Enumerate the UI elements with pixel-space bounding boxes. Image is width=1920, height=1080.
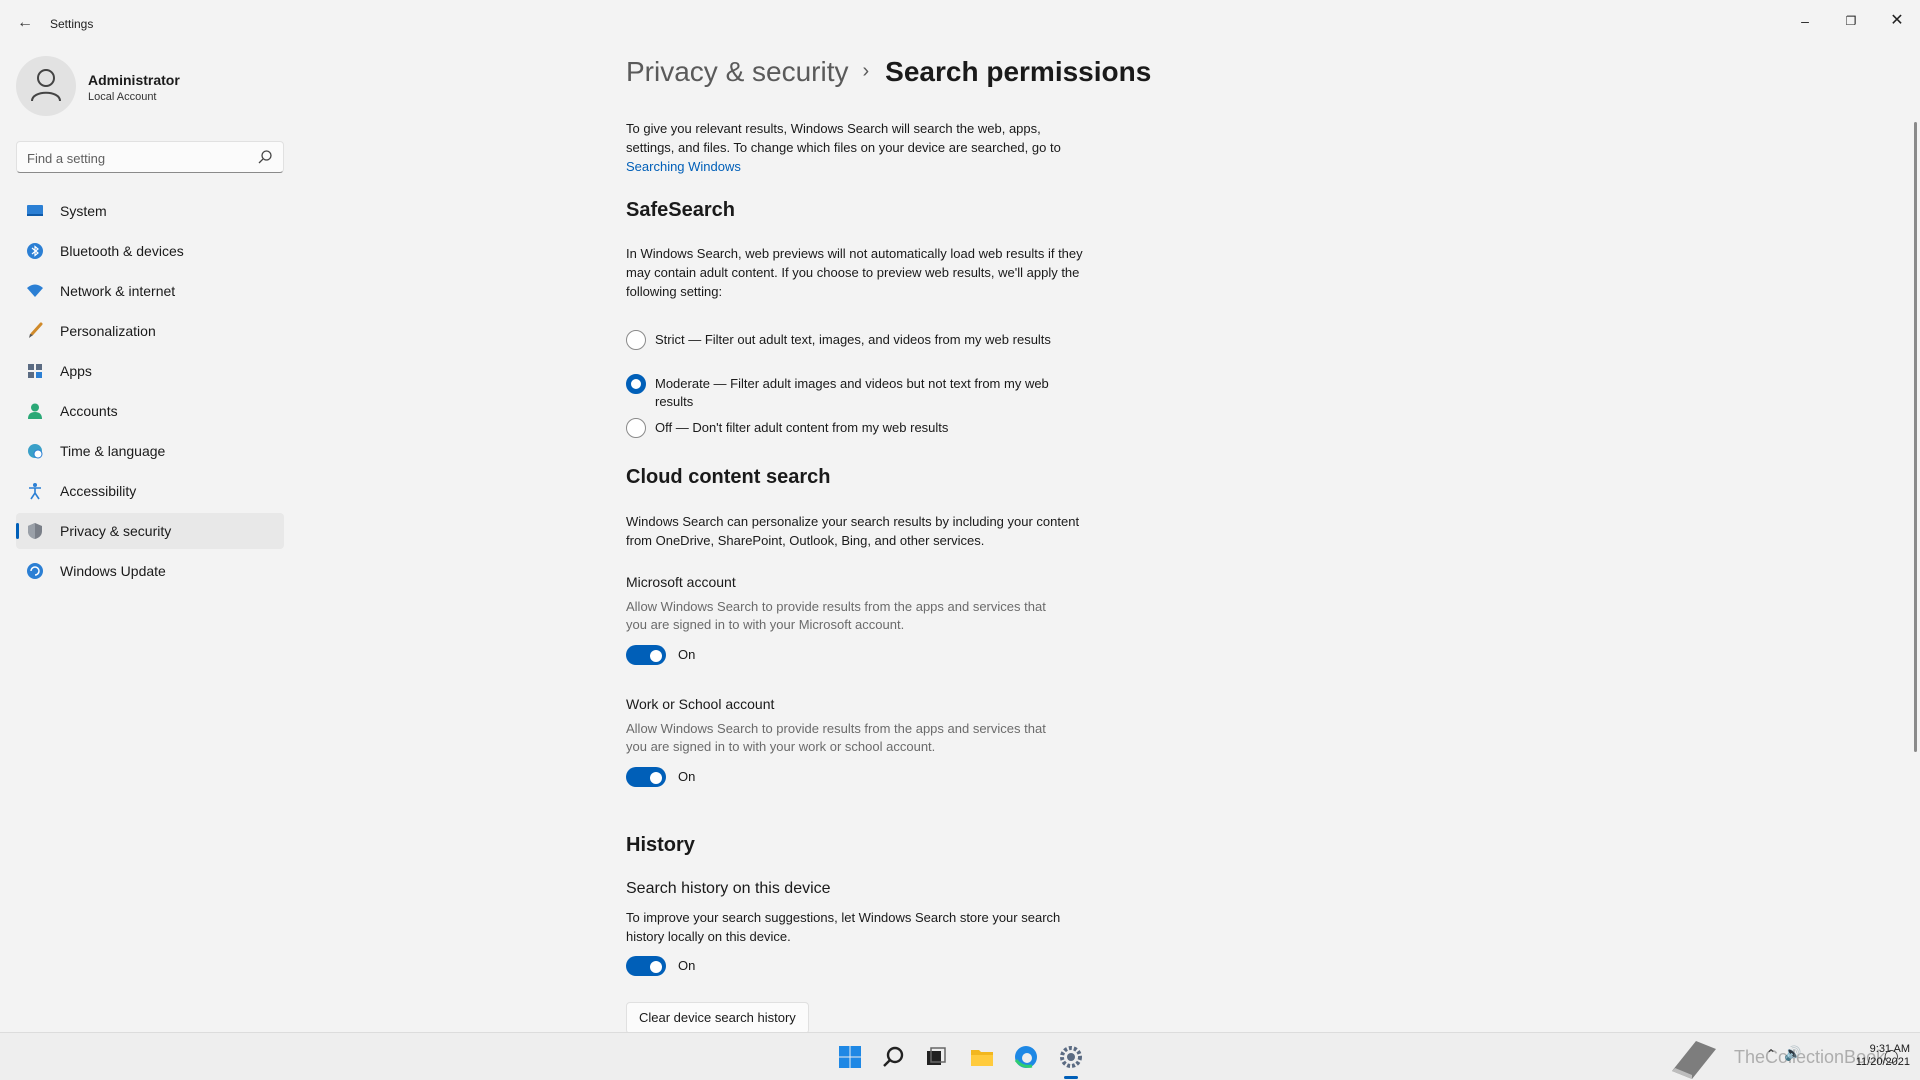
search-history-description: To improve your search suggestions, let … [626, 910, 1061, 944]
sidebar-item-bluetooth[interactable]: Bluetooth & devices [16, 233, 284, 269]
monitor-icon [27, 205, 43, 216]
toggle-switch[interactable] [626, 956, 666, 976]
work-account-toggle[interactable]: On [626, 765, 746, 789]
radio-button-checked[interactable] [626, 374, 646, 394]
accessibility-icon [29, 483, 41, 500]
file-explorer-icon[interactable] [968, 1043, 996, 1071]
clear-search-history-button[interactable]: Clear device search history [626, 1002, 809, 1034]
microsoft-account-description: Allow Windows Search to provide results … [626, 599, 1046, 632]
taskbar: TheCollectionBook ⌃ 🔊 9:31 AM 11/20/2021… [0, 1032, 1920, 1080]
app-title: Settings [50, 17, 94, 31]
toggle-label: On [678, 647, 696, 662]
sidebar-item-label: Personalization [60, 323, 156, 339]
cloud-search-heading: Cloud content search [626, 466, 831, 488]
sidebar-item-privacy-security[interactable]: Privacy & security [16, 513, 284, 549]
avatar [16, 56, 76, 116]
windows-start-icon[interactable] [836, 1043, 864, 1071]
wifi-icon [27, 284, 43, 297]
intro-text: To give you relevant results, Windows Se… [626, 119, 1086, 176]
back-arrow-icon[interactable]: ← [14, 12, 36, 34]
history-heading: History [626, 834, 695, 856]
sidebar-item-label: Accounts [60, 403, 118, 419]
toggle-label: On [678, 769, 696, 784]
settings-icon[interactable] [1057, 1043, 1085, 1071]
safesearch-description: In Windows Search, web previews will not… [626, 246, 1083, 299]
chevron-up-icon[interactable]: ⌃ [1766, 1047, 1776, 1061]
apps-icon [28, 364, 42, 378]
sidebar-item-network[interactable]: Network & internet [16, 273, 284, 309]
update-icon [27, 563, 43, 579]
page-title: Search permissions [885, 56, 1152, 87]
work-account-title: Work or School account [626, 696, 775, 712]
sidebar-item-label: Windows Update [60, 563, 166, 579]
person-icon [28, 403, 42, 419]
sidebar-item-apps[interactable]: Apps [16, 353, 284, 389]
cloud-search-description: Windows Search can personalize your sear… [626, 514, 1080, 548]
task-view-icon[interactable] [922, 1043, 950, 1071]
shield-icon [28, 523, 42, 539]
title-bar: ← Settings – ❐ ✕ [0, 0, 1920, 48]
toggle-knob [650, 961, 662, 973]
maximize-button[interactable]: ❐ [1828, 6, 1874, 36]
sidebar-item-time-language[interactable]: Time & language [16, 433, 284, 469]
scrollbar[interactable] [1914, 122, 1917, 752]
active-app-indicator [1064, 1076, 1078, 1079]
search-box[interactable] [16, 141, 284, 173]
sidebar-item-label: Time & language [60, 443, 166, 459]
notification-icon[interactable]: ◯ [1884, 1048, 1899, 1064]
radio-button[interactable] [626, 330, 646, 350]
sidebar-item-system[interactable]: System [16, 193, 284, 229]
sidebar-item-label: Bluetooth & devices [60, 243, 184, 259]
radio-button[interactable] [626, 418, 646, 438]
toggle-knob [650, 772, 662, 784]
edge-icon[interactable] [1012, 1043, 1040, 1071]
toggle-switch[interactable] [626, 767, 666, 787]
brush-icon [29, 322, 43, 338]
toggle-knob [650, 650, 662, 662]
breadcrumb: Privacy & security › Search permissions [626, 56, 1151, 96]
safesearch-heading: SafeSearch [626, 199, 735, 221]
sidebar-item-label: Accessibility [60, 483, 137, 499]
radio-label: Strict — Filter out adult text, images, … [655, 332, 1051, 347]
sidebar-item-accounts[interactable]: Accounts [16, 393, 284, 429]
microsoft-account-toggle[interactable]: On [626, 643, 746, 667]
sidebar-item-label: Apps [60, 363, 92, 379]
book-icon [1672, 1041, 1716, 1079]
microsoft-account-title: Microsoft account [626, 574, 736, 590]
sidebar-item-windows-update[interactable]: Windows Update [16, 553, 284, 589]
sidebar-item-label: Network & internet [60, 283, 176, 299]
search-history-title: Search history on this device [626, 880, 831, 897]
sidebar-nav: System Bluetooth & devices Network & int… [16, 193, 284, 593]
chevron-right-icon: › [862, 60, 870, 82]
person-icon [31, 69, 61, 102]
work-account-description: Allow Windows Search to provide results … [626, 721, 1046, 754]
toggle-switch[interactable] [626, 645, 666, 665]
sidebar-item-personalization[interactable]: Personalization [16, 313, 284, 349]
searching-windows-link[interactable]: Searching Windows [626, 159, 741, 174]
toggle-label: On [678, 958, 696, 973]
sidebar-item-label: System [60, 203, 107, 219]
radio-label: Off — Don't filter adult content from my… [655, 420, 949, 435]
minimize-button[interactable]: – [1782, 6, 1828, 36]
radio-label: Moderate — Filter adult images and video… [655, 376, 1049, 409]
user-profile[interactable]: Administrator Local Account [16, 56, 286, 120]
sidebar-item-accessibility[interactable]: Accessibility [16, 473, 284, 509]
profile-account-type: Local Account [88, 91, 157, 103]
close-button[interactable]: ✕ [1874, 6, 1920, 36]
volume-icon[interactable]: 🔊 [1784, 1045, 1801, 1062]
search-icon[interactable] [880, 1043, 908, 1071]
breadcrumb-parent[interactable]: Privacy & security [626, 56, 849, 87]
search-icon[interactable] [257, 149, 273, 165]
search-history-toggle[interactable]: On [626, 954, 746, 978]
intro-body: To give you relevant results, Windows Se… [626, 121, 1061, 155]
bluetooth-icon [27, 243, 43, 259]
search-input[interactable] [27, 148, 247, 168]
profile-name: Administrator [88, 72, 180, 88]
sidebar-item-label: Privacy & security [60, 523, 172, 539]
globe-clock-icon [28, 444, 43, 459]
